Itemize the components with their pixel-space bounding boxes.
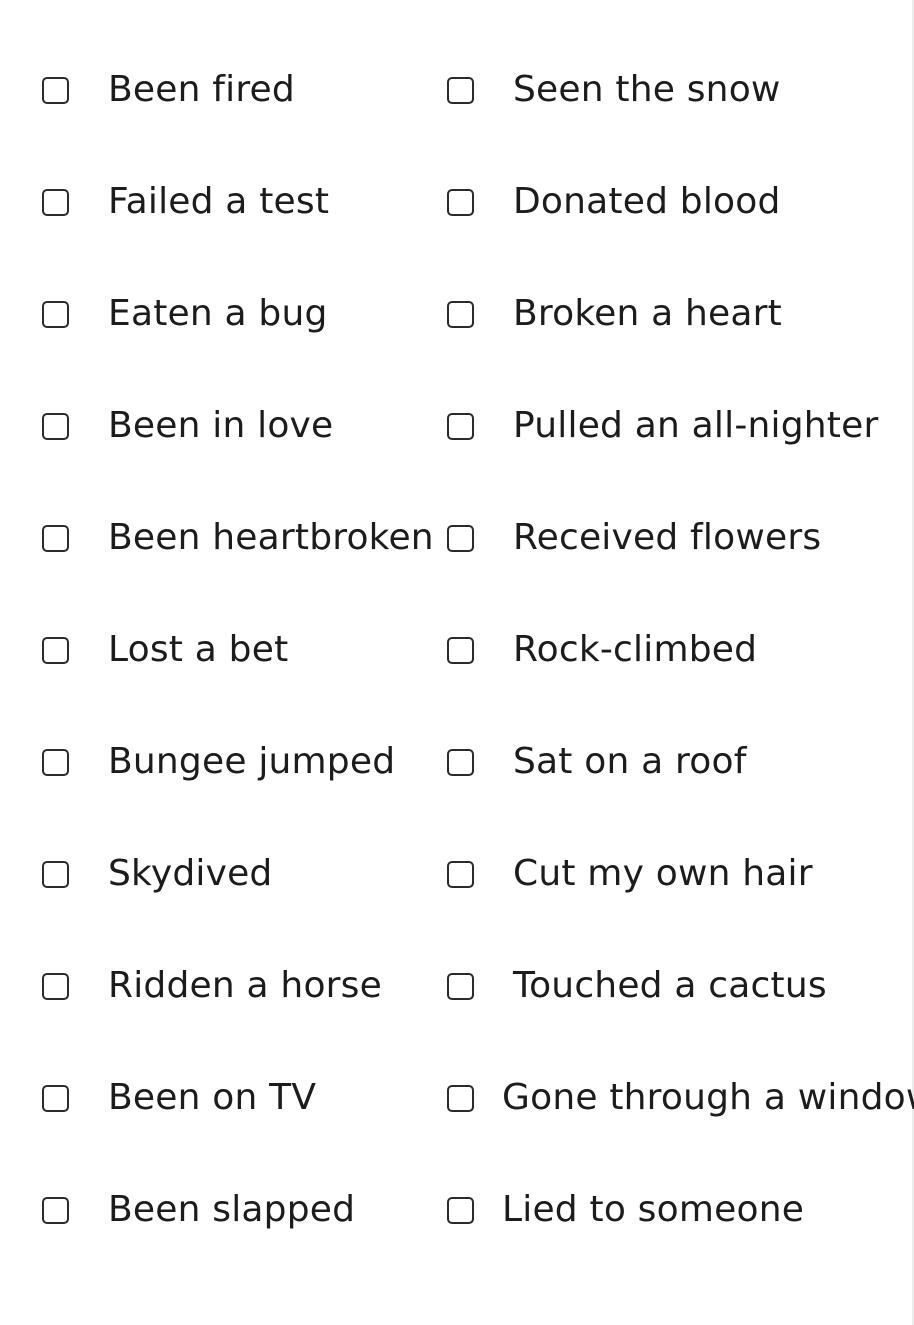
checklist-item[interactable]: Lied to someone: [444, 1180, 914, 1240]
checklist-item[interactable]: Rock-climbed: [444, 620, 914, 680]
checkbox[interactable]: [42, 749, 69, 776]
checkbox[interactable]: [42, 77, 69, 104]
checklist-item[interactable]: Cut my own hair: [444, 844, 914, 904]
checklist-item[interactable]: Pulled an all-nighter: [444, 396, 914, 456]
checkbox[interactable]: [447, 861, 474, 888]
checklist-page: Been fired Failed a test Eaten a bug Bee…: [0, 0, 914, 1325]
checklist-item-label: Cut my own hair: [513, 853, 813, 894]
checklist-item-label: Broken a heart: [513, 293, 782, 334]
checklist-item-label: Rock-climbed: [513, 629, 758, 670]
checkbox[interactable]: [447, 525, 474, 552]
checklist-item-label: Lost a bet: [108, 629, 289, 670]
checkbox[interactable]: [42, 1085, 69, 1112]
checkbox[interactable]: [42, 189, 69, 216]
checklist-item[interactable]: Been slapped: [0, 1180, 440, 1240]
checkbox[interactable]: [42, 1197, 69, 1224]
checkbox[interactable]: [447, 189, 474, 216]
checklist-item-label: Been slapped: [108, 1189, 356, 1230]
checklist-item-label: Seen the snow: [513, 69, 781, 110]
checklist-item[interactable]: Sat on a roof: [444, 732, 914, 792]
checkbox[interactable]: [447, 1085, 474, 1112]
checklist-item[interactable]: Been on TV: [0, 1068, 440, 1128]
checklist-item-label: Gone through a window: [502, 1077, 914, 1118]
checklist-item-label: Been on TV: [108, 1077, 317, 1118]
checkbox[interactable]: [42, 861, 69, 888]
checklist-item-label: Received flowers: [513, 517, 822, 558]
checkbox[interactable]: [42, 637, 69, 664]
checklist-item-label: Donated blood: [513, 181, 781, 222]
checkbox[interactable]: [42, 525, 69, 552]
checklist-item[interactable]: Skydived: [0, 844, 440, 904]
checklist-item-label: Been in love: [108, 405, 334, 446]
checklist-item-label: Skydived: [108, 853, 273, 894]
checklist-item-label: Ridden a horse: [108, 965, 382, 1006]
checklist-item[interactable]: Been heartbroken: [0, 508, 440, 568]
checkbox[interactable]: [447, 973, 474, 1000]
checklist-item[interactable]: Seen the snow: [444, 60, 914, 120]
checklist-item[interactable]: Been fired: [0, 60, 440, 120]
checklist-item-label: Pulled an all-nighter: [513, 405, 879, 446]
checklist-item[interactable]: Received flowers: [444, 508, 914, 568]
checklist-item[interactable]: Ridden a horse: [0, 956, 440, 1016]
checkbox[interactable]: [447, 637, 474, 664]
checklist-item[interactable]: Bungee jumped: [0, 732, 440, 792]
checkbox[interactable]: [42, 301, 69, 328]
checkbox[interactable]: [447, 413, 474, 440]
checklist-item-label: Eaten a bug: [108, 293, 328, 334]
checklist-item-label: Been fired: [108, 69, 295, 110]
checklist-item-label: Failed a test: [108, 181, 330, 222]
checkbox[interactable]: [42, 413, 69, 440]
checklist-item[interactable]: Gone through a window: [444, 1068, 914, 1128]
checklist-item-label: Touched a cactus: [513, 965, 827, 1006]
checkbox[interactable]: [447, 749, 474, 776]
checkbox[interactable]: [447, 1197, 474, 1224]
checklist-item[interactable]: Lost a bet: [0, 620, 440, 680]
checklist-item-label: Lied to someone: [502, 1189, 805, 1230]
checkbox[interactable]: [447, 301, 474, 328]
checklist-item-label: Been heartbroken: [108, 517, 434, 558]
checklist-item[interactable]: Failed a test: [0, 172, 440, 232]
checklist-item-label: Bungee jumped: [108, 741, 396, 782]
checkbox[interactable]: [42, 973, 69, 1000]
checklist-item[interactable]: Touched a cactus: [444, 956, 914, 1016]
checklist-item[interactable]: Been in love: [0, 396, 440, 456]
checkbox[interactable]: [447, 77, 474, 104]
checklist-item-label: Sat on a roof: [513, 741, 747, 782]
checklist-item[interactable]: Donated blood: [444, 172, 914, 232]
checklist-item[interactable]: Eaten a bug: [0, 284, 440, 344]
checklist-item[interactable]: Broken a heart: [444, 284, 914, 344]
